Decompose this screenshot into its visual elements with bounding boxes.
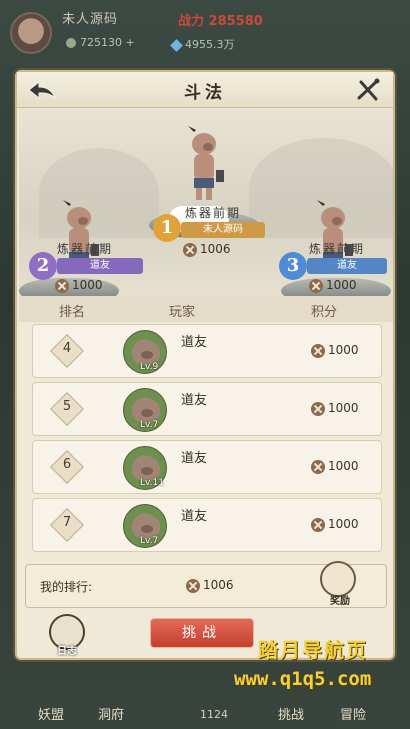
- row-score-value: 1000: [328, 343, 359, 357]
- podium-2-score-value: 1000: [72, 278, 103, 292]
- crossed-swords-icon: [183, 242, 197, 257]
- row-score-value: 1000: [328, 517, 359, 531]
- pig-character-1: [188, 126, 224, 200]
- podium-2-name: 道友: [57, 258, 143, 274]
- header-score: 积分: [311, 305, 338, 320]
- podium-3-name: 道友: [307, 258, 387, 274]
- player-avatar[interactable]: [10, 12, 52, 54]
- my-rank-bar: 我的排行: 1006 奖励: [25, 561, 387, 608]
- crossed-swords-icon: [55, 278, 69, 293]
- snout: [141, 409, 153, 417]
- table-row[interactable]: 6 Lv.11 道友 1000: [32, 440, 382, 494]
- row-score: 1000: [311, 517, 359, 532]
- rank-badge-3: 3: [279, 252, 307, 280]
- crossed-swords-icon: [186, 578, 200, 593]
- player-level: Lv.11: [140, 478, 164, 488]
- panel-header: 斗法: [17, 72, 393, 108]
- avatar[interactable]: Lv.9: [123, 330, 167, 374]
- ranking-table-header: 排名 玩家 积分: [19, 296, 393, 322]
- log-label: 日志: [57, 646, 77, 657]
- player-level: Lv.7: [140, 536, 159, 546]
- row-rank: 5: [62, 399, 72, 414]
- podium-2-score: 1000: [55, 278, 103, 293]
- header-rank: 排名: [59, 305, 86, 320]
- duel-panel: 斗法 1 炼器前期 未人源码 1006 2 炼器前期 道友 1000 3 炼器前…: [15, 70, 395, 660]
- snout: [141, 525, 153, 533]
- challenge-button[interactable]: 挑战: [150, 618, 254, 648]
- row-score-value: 1000: [328, 459, 359, 473]
- player-name: 未人源码: [62, 12, 119, 27]
- rank-badge-1: 1: [153, 214, 181, 242]
- power-label: 战力: [178, 14, 205, 29]
- nav-item-dongfu[interactable]: 洞府: [98, 704, 124, 723]
- crossed-swords-icon: [311, 517, 325, 532]
- nav-item-yaomeng[interactable]: 妖盟: [38, 704, 64, 723]
- currency-2: 4955.3万: [170, 36, 235, 52]
- row-rank: 6: [62, 457, 72, 472]
- currency-2-value: 4955.3万: [185, 38, 235, 51]
- reward-button[interactable]: 奖励: [318, 561, 358, 607]
- row-score-value: 1000: [328, 401, 359, 415]
- nav-number: 1124: [200, 708, 228, 721]
- currency-1-value: 725130: [80, 36, 122, 49]
- row-score: 1000: [311, 459, 359, 474]
- podium-1-score: 1006: [183, 242, 231, 257]
- table-row[interactable]: 7 Lv.7 道友 1000: [32, 498, 382, 552]
- podium-1-score-value: 1006: [200, 242, 231, 256]
- crossed-swords-icon: [311, 343, 325, 358]
- power-value: 285580: [208, 14, 263, 29]
- podium-1-realm: 炼器前期: [185, 206, 242, 220]
- crossed-swords-icon: [311, 401, 325, 416]
- currency-1: 725130 +: [66, 36, 135, 49]
- podium-3-score: 1000: [309, 278, 357, 293]
- row-rank: 4: [62, 341, 72, 356]
- watermark-text: 踏月导航页: [258, 638, 368, 662]
- avatar[interactable]: Lv.7: [123, 388, 167, 432]
- row-player-name: 道友: [181, 509, 208, 524]
- gem-icon: [170, 38, 183, 52]
- table-row[interactable]: 4 Lv.9 道友 1000: [32, 324, 382, 378]
- close-icon: [357, 78, 380, 101]
- podium-2-realm: 炼器前期: [57, 242, 114, 256]
- nav-item-adventure[interactable]: 冒险: [340, 704, 366, 723]
- ranking-list[interactable]: 4 Lv.9 道友 1000 5 Lv.7 道友 1000 6 Lv.11 道友…: [32, 324, 382, 562]
- podium-3-score-value: 1000: [326, 278, 357, 292]
- nav-item-challenge[interactable]: 挑战: [278, 704, 304, 723]
- panel-title: 斗法: [184, 83, 226, 103]
- power-display: 战力 285580: [178, 10, 263, 29]
- my-rank-label: 我的排行:: [40, 580, 93, 594]
- snout: [141, 351, 153, 359]
- row-rank: 7: [62, 515, 72, 530]
- rank-badge-2: 2: [29, 252, 57, 280]
- crossed-swords-icon: [311, 459, 325, 474]
- snout: [141, 467, 153, 475]
- row-score: 1000: [311, 401, 359, 416]
- podium-3-realm: 炼器前期: [309, 242, 366, 256]
- player-level: Lv.7: [140, 420, 159, 430]
- table-row[interactable]: 5 Lv.7 道友 1000: [32, 382, 382, 436]
- close-button[interactable]: [353, 76, 383, 104]
- avatar[interactable]: Lv.7: [123, 504, 167, 548]
- reward-label: 奖励: [330, 596, 350, 607]
- row-player-name: 道友: [181, 451, 208, 466]
- coin-icon: [66, 38, 76, 48]
- my-rank-score: 1006: [186, 578, 234, 593]
- my-rank-score-value: 1006: [203, 578, 234, 592]
- row-player-name: 道友: [181, 393, 208, 408]
- top-status-bar: 未人源码 战力 285580 725130 + 4955.3万: [0, 0, 410, 62]
- avatar[interactable]: Lv.11: [123, 446, 167, 490]
- row-score: 1000: [311, 343, 359, 358]
- watermark-url: www.q1q5.com: [234, 668, 372, 690]
- header-player: 玩家: [169, 305, 196, 320]
- player-level: Lv.9: [140, 362, 159, 372]
- row-player-name: 道友: [181, 335, 208, 350]
- podium-1-name: 未人源码: [181, 222, 265, 238]
- log-button[interactable]: 日志: [47, 614, 87, 660]
- crossed-swords-icon: [309, 278, 323, 293]
